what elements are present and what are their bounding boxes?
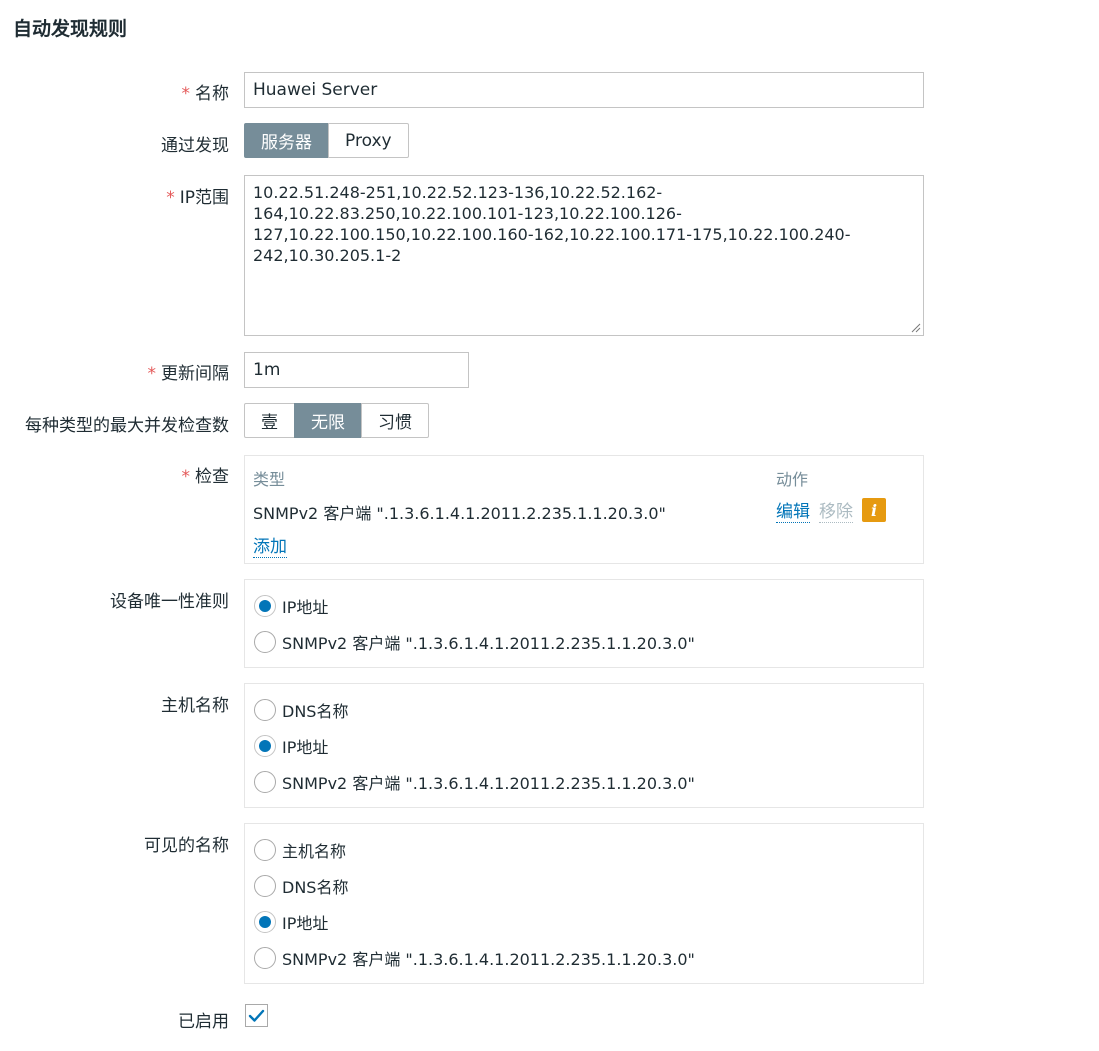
enabled-checkbox[interactable] <box>245 1004 268 1027</box>
required-marker: * <box>147 364 157 384</box>
discovery-by-label: 通过发现 <box>161 136 229 156</box>
host-name-option-dns[interactable]: DNS名称 <box>245 692 923 728</box>
radio-checked-icon[interactable] <box>254 911 276 933</box>
uniqueness-option-snmp[interactable]: SNMPv2 客户端 ".1.3.6.1.4.1.2011.2.235.1.1.… <box>245 624 923 660</box>
checks-label: * 检查 <box>181 467 230 487</box>
radio-icon[interactable] <box>254 839 276 861</box>
uniqueness-label: 设备唯一性准则 <box>110 592 229 612</box>
required-marker: * <box>181 467 191 487</box>
required-marker: * <box>166 188 175 208</box>
discovery-by-proxy-option[interactable]: Proxy <box>328 123 409 158</box>
max-concurrent-label: 每种类型的最大并发检查数 <box>25 416 229 436</box>
radio-icon[interactable] <box>254 699 276 721</box>
add-check-link[interactable]: 添加 <box>253 537 287 558</box>
visible-name-label: 可见的名称 <box>144 836 229 856</box>
host-name-option-ip[interactable]: IP地址 <box>245 728 923 764</box>
checks-add-link-wrap: 添加 <box>253 532 287 558</box>
enabled-label: 已启用 <box>178 1012 229 1032</box>
discovery-by-segmented: 服务器 Proxy <box>244 123 409 158</box>
max-concurrent-unlimited-option[interactable]: 无限 <box>294 403 362 438</box>
ip-range-textarea[interactable]: 10.22.51.248-251,10.22.52.123-136,10.22.… <box>244 175 924 336</box>
radio-checked-icon[interactable] <box>254 735 276 757</box>
discovery-by-server-option[interactable]: 服务器 <box>244 123 329 158</box>
host-name-label: 主机名称 <box>161 696 229 716</box>
radio-icon[interactable] <box>254 947 276 969</box>
checks-type-header: 类型 <box>253 470 286 489</box>
update-interval-input[interactable]: 1m <box>244 352 469 388</box>
visible-name-radio-group: 主机名称 DNS名称 IP地址 SNMPv2 客户端 ".1.3.6.1.4.1… <box>244 823 924 984</box>
checks-action-header: 动作 <box>776 470 809 489</box>
host-name-option-snmp[interactable]: SNMPv2 客户端 ".1.3.6.1.4.1.2011.2.235.1.1.… <box>245 764 923 800</box>
visible-name-option-ip[interactable]: IP地址 <box>245 904 923 940</box>
visible-name-option-host[interactable]: 主机名称 <box>245 832 923 868</box>
radio-checked-icon[interactable] <box>254 595 276 617</box>
uniqueness-option-ip[interactable]: IP地址 <box>245 588 923 624</box>
visible-name-option-snmp[interactable]: SNMPv2 客户端 ".1.3.6.1.4.1.2011.2.235.1.1.… <box>245 940 923 976</box>
page-title: 自动发现规则 <box>13 18 128 40</box>
checks-table: 类型 动作 SNMPv2 客户端 ".1.3.6.1.4.1.2011.2.23… <box>244 455 924 564</box>
ip-range-label: * IP范围 <box>166 188 229 208</box>
radio-icon[interactable] <box>254 875 276 897</box>
check-edit-link[interactable]: 编辑 <box>776 497 810 523</box>
check-remove-link: 移除 <box>819 497 853 523</box>
max-concurrent-custom-option[interactable]: 习惯 <box>361 403 429 438</box>
radio-icon[interactable] <box>254 771 276 793</box>
check-row-actions: 编辑 移除 i <box>776 497 886 523</box>
uniqueness-radio-group: IP地址 SNMPv2 客户端 ".1.3.6.1.4.1.2011.2.235… <box>244 579 924 668</box>
checkmark-icon <box>248 1009 265 1022</box>
name-label: * 名称 <box>181 84 230 104</box>
max-concurrent-one-option[interactable]: 壹 <box>244 403 295 438</box>
update-interval-label: * 更新间隔 <box>147 364 230 384</box>
check-row-type: SNMPv2 客户端 ".1.3.6.1.4.1.2011.2.235.1.1.… <box>253 504 666 523</box>
host-name-radio-group: DNS名称 IP地址 SNMPv2 客户端 ".1.3.6.1.4.1.2011… <box>244 683 924 808</box>
name-input[interactable]: Huawei Server <box>244 72 924 108</box>
resize-grip-icon[interactable] <box>911 323 921 333</box>
radio-icon[interactable] <box>254 631 276 653</box>
max-concurrent-segmented: 壹 无限 习惯 <box>244 403 429 438</box>
required-marker: * <box>181 84 191 104</box>
visible-name-option-dns[interactable]: DNS名称 <box>245 868 923 904</box>
info-icon[interactable]: i <box>862 498 886 522</box>
